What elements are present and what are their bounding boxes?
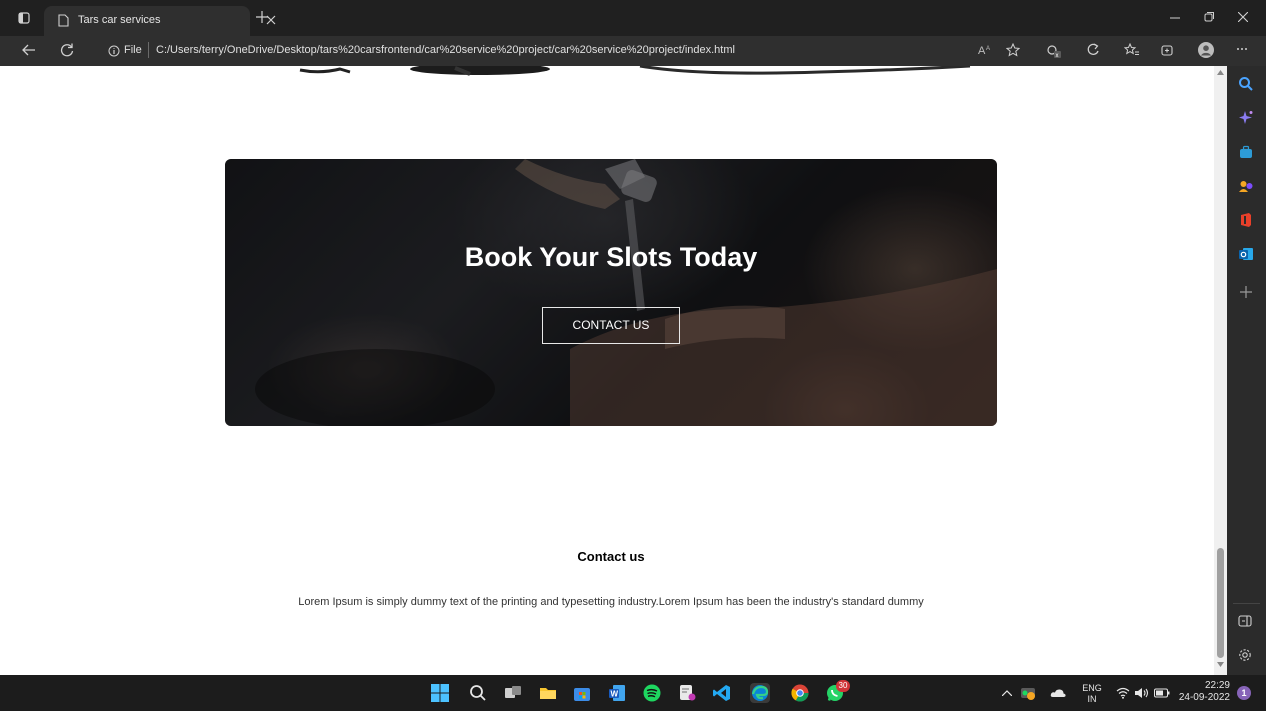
banner-title: Book Your Slots Today (464, 242, 758, 272)
tab-actions-icon[interactable] (18, 12, 30, 24)
notification-badge[interactable]: 1 (1237, 686, 1251, 700)
whatsapp-unread-badge: 30 (836, 680, 850, 692)
contact-heading: Contact us (577, 549, 645, 564)
battery-icon[interactable] (1154, 688, 1170, 698)
language-indicator-top[interactable]: ENG (1080, 683, 1104, 693)
vscode-icon[interactable] (712, 683, 732, 703)
collections-icon[interactable] (1160, 43, 1174, 57)
browser-toolbar: File C:/Users/terry/OneDrive/Desktop/tar… (0, 36, 1266, 66)
scroll-up-icon[interactable] (1217, 70, 1224, 75)
sidebar-divider (1233, 603, 1260, 604)
svg-text:A: A (978, 45, 986, 57)
spotify-icon[interactable] (642, 683, 662, 703)
read-aloud-icon[interactable]: AA (978, 43, 992, 57)
show-hidden-icons-icon[interactable] (1002, 690, 1012, 696)
tab-title: Tars car services (78, 14, 161, 26)
wifi-icon[interactable] (1116, 687, 1130, 699)
extension-icon[interactable]: x (1046, 43, 1062, 59)
edge-browser-icon[interactable] (750, 683, 770, 703)
hero-image-edge (299, 66, 971, 76)
office-icon[interactable] (1238, 212, 1254, 228)
onedrive-icon[interactable] (1050, 688, 1066, 698)
clock-time[interactable]: 22:29 (1176, 681, 1230, 691)
web-page-viewport: Book Your Slots Today CONTACT US Contact… (0, 66, 1214, 675)
page-scrollbar[interactable] (1214, 66, 1227, 675)
volume-icon[interactable] (1134, 687, 1150, 699)
refresh-extension-icon[interactable] (1086, 43, 1100, 57)
windows-start-icon[interactable] (430, 683, 450, 703)
task-view-icon[interactable] (503, 683, 523, 703)
svg-text:x: x (1056, 53, 1059, 59)
file-explorer-icon[interactable] (538, 683, 558, 703)
browser-tab[interactable]: Tars car services (44, 6, 276, 36)
address-separator (148, 42, 149, 58)
browser-titlebar: Tars car services (0, 0, 1266, 36)
contact-us-button[interactable]: CONTACT US (542, 307, 680, 344)
close-window-icon[interactable] (1238, 12, 1248, 22)
chrome-icon[interactable] (790, 683, 810, 703)
tools-icon[interactable] (1238, 144, 1254, 160)
svg-text:A: A (986, 46, 990, 52)
minimize-icon[interactable] (1170, 12, 1180, 22)
search-icon[interactable] (1238, 76, 1254, 92)
search-taskbar-icon[interactable] (468, 683, 488, 703)
edge-sidebar (1227, 66, 1266, 675)
svg-text:W: W (611, 690, 619, 699)
store-icon[interactable] (572, 683, 592, 703)
back-icon[interactable] (22, 44, 36, 56)
sidebar-settings-icon[interactable] (1238, 648, 1252, 662)
more-options-icon[interactable] (1236, 47, 1248, 51)
booking-banner: Book Your Slots Today CONTACT US (225, 159, 997, 426)
contact-description: Lorem Ipsum is simply dummy text of the … (298, 596, 924, 608)
snipping-tool-icon[interactable] (677, 683, 697, 703)
mechanic-background-image (225, 159, 997, 426)
url-text[interactable]: C:/Users/terry/OneDrive/Desktop/tars%20c… (156, 44, 735, 56)
discover-icon[interactable] (1238, 110, 1254, 126)
clock-date[interactable]: 24-09-2022 (1176, 693, 1230, 703)
games-icon[interactable] (1238, 178, 1254, 194)
windows-taskbar: W 30 ENG IN 22:29 24-09-2022 1 (0, 675, 1266, 711)
site-info-icon[interactable] (108, 45, 120, 57)
restore-icon[interactable] (1204, 12, 1214, 22)
add-sidebar-app-icon[interactable] (1240, 286, 1252, 298)
favorites-icon[interactable] (1124, 43, 1140, 57)
page-icon (58, 14, 69, 27)
language-indicator-bottom: IN (1087, 694, 1097, 704)
word-icon[interactable]: W (607, 683, 627, 703)
scrollbar-thumb[interactable] (1217, 548, 1224, 658)
scroll-down-icon[interactable] (1217, 662, 1224, 667)
new-tab-icon[interactable] (256, 11, 268, 23)
address-bar[interactable]: File C:/Users/terry/OneDrive/Desktop/tar… (90, 38, 970, 64)
hide-sidebar-icon[interactable] (1238, 614, 1252, 628)
address-scheme-label: File (124, 44, 142, 56)
favorite-icon[interactable] (1006, 43, 1020, 57)
outlook-icon[interactable] (1238, 246, 1254, 262)
app-tray-icon[interactable] (1020, 685, 1036, 701)
reload-icon[interactable] (60, 43, 74, 57)
profile-avatar-icon[interactable] (1198, 42, 1214, 58)
